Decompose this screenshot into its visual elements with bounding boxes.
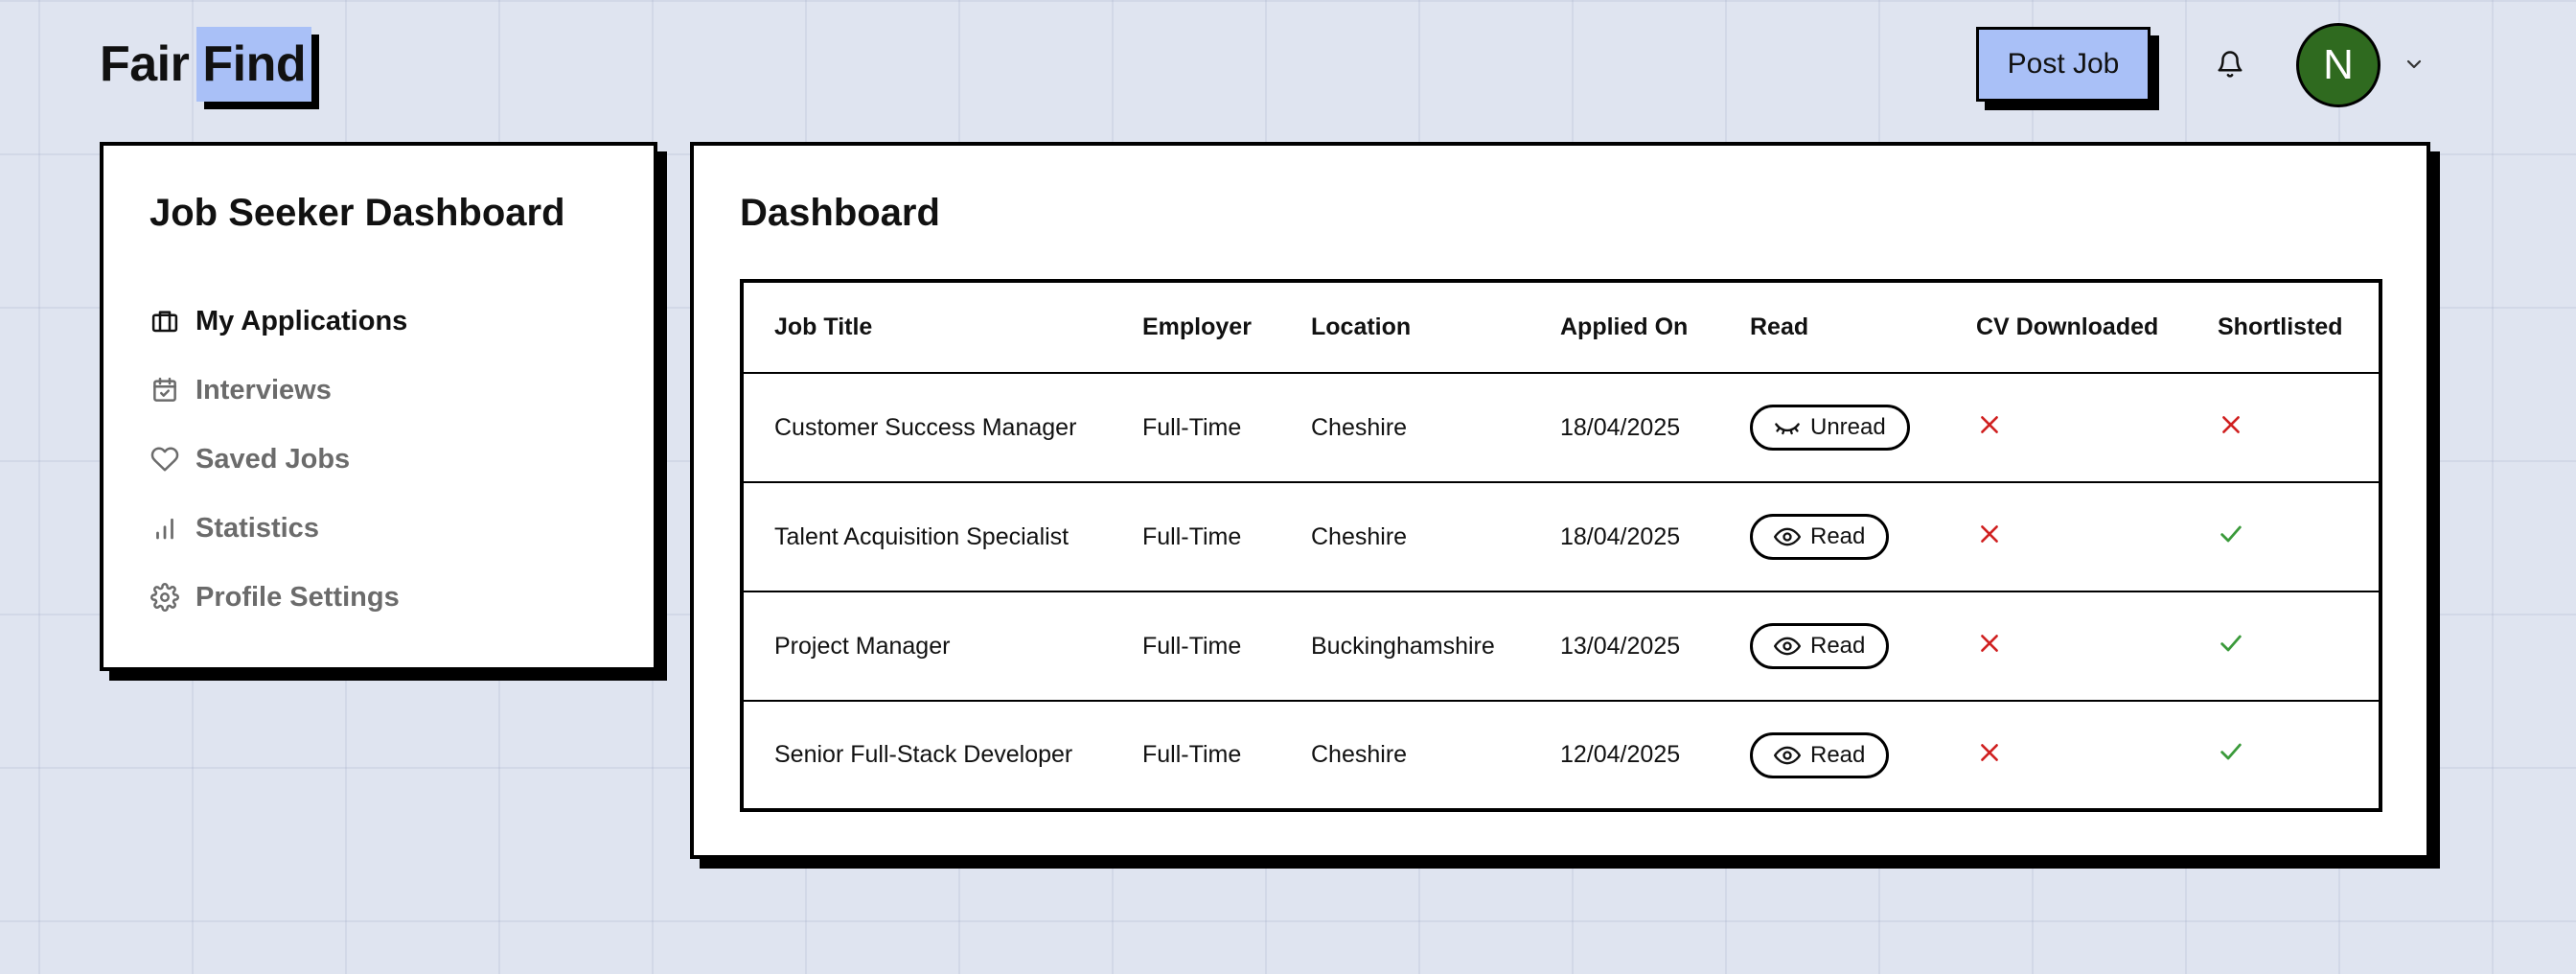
logo[interactable]: Fair Find — [100, 27, 312, 102]
cross-icon — [1976, 411, 2003, 438]
header-job-title: Job Title — [742, 281, 1112, 374]
read-status-badge[interactable]: Read — [1750, 623, 1890, 669]
sidebar-item-label: Profile Settings — [196, 581, 400, 613]
read-status-badge[interactable]: Unread — [1750, 405, 1910, 451]
read-status-label: Read — [1810, 741, 1866, 768]
cell-location: Cheshire — [1280, 373, 1530, 483]
cell-job-title: Talent Acquisition Specialist — [742, 482, 1112, 592]
header-applied-on: Applied On — [1530, 281, 1719, 374]
bell-icon[interactable] — [2212, 46, 2248, 82]
cell-read: Unread — [1719, 373, 1945, 483]
applications-table: Job Title Employer Location Applied On R… — [740, 279, 2382, 812]
sidebar: Job Seeker Dashboard My Applications Int… — [100, 142, 657, 671]
cross-icon — [1976, 630, 2003, 657]
check-icon — [2218, 630, 2244, 657]
cell-employer: Full-Time — [1142, 741, 1242, 768]
briefcase-icon — [150, 306, 180, 336]
cell-cv-downloaded — [1945, 373, 2187, 483]
sidebar-item-statistics[interactable]: Statistics — [150, 494, 654, 563]
header-cv-downloaded: CV Downloaded — [1945, 281, 2187, 374]
logo-text-fair: Fair — [100, 36, 190, 92]
read-status-label: Read — [1810, 633, 1866, 659]
sidebar-item-interviews[interactable]: Interviews — [150, 356, 654, 425]
cell-applied-on: 18/04/2025 — [1530, 482, 1719, 592]
cell-employer: Full-Time — [1112, 373, 1280, 483]
cell-cv-downloaded — [1945, 701, 2187, 810]
table-row[interactable]: Senior Full-Stack Developer Full-Time Ches… — [742, 701, 2380, 810]
cell-shortlisted — [2187, 701, 2380, 810]
read-status-label: Unread — [1810, 414, 1886, 440]
sidebar-item-label: My Applications — [196, 305, 408, 336]
cell-read: Read — [1719, 591, 1945, 702]
page-title: Dashboard — [740, 192, 940, 234]
header-location: Location — [1280, 281, 1530, 374]
sidebar-item-profile-settings[interactable]: Profile Settings — [150, 563, 654, 632]
eye-icon — [1774, 633, 1801, 660]
cell-read: Read — [1719, 482, 1945, 592]
cross-icon — [1976, 739, 2003, 766]
post-job-button[interactable]: Post Job — [1976, 27, 2150, 102]
cell-job-title: Senior Full-Stack Developer — [774, 741, 1073, 768]
cell-employer: Full-Time — [1112, 591, 1280, 702]
read-status-badge[interactable]: Read — [1750, 514, 1890, 560]
cell-cv-downloaded — [1945, 591, 2187, 702]
gear-icon — [150, 582, 180, 613]
sidebar-item-label: Saved Jobs — [196, 443, 351, 475]
sidebar-item-label: Statistics — [196, 512, 319, 544]
cell-applied-on: 18/04/2025 — [1530, 373, 1719, 483]
sidebar-item-label: Interviews — [196, 374, 332, 406]
cell-shortlisted — [2187, 591, 2380, 702]
cross-icon — [2218, 411, 2244, 438]
logo-text-find: Find — [196, 27, 312, 102]
heart-icon — [150, 444, 180, 475]
cell-location: Buckinghamshire — [1280, 591, 1530, 702]
bar-chart-icon — [150, 513, 180, 544]
header-shortlisted: Shortlisted — [2187, 281, 2380, 374]
table-header-row: Job Title Employer Location Applied On R… — [742, 281, 2380, 374]
cell-applied-on: 13/04/2025 — [1530, 591, 1719, 702]
sidebar-item-my-applications[interactable]: My Applications — [150, 287, 654, 356]
cell-shortlisted — [2187, 373, 2380, 483]
cell-employer: Full-Time — [1112, 482, 1280, 592]
table-row[interactable]: Project Manager Full-Time Buckinghamshire 1… — [742, 591, 2380, 702]
chevron-down-icon[interactable] — [2400, 50, 2428, 79]
table-row[interactable]: Talent Acquisition Specialist Full-Time Ch… — [742, 482, 2380, 592]
read-status-badge[interactable]: Read — [1750, 731, 1890, 778]
check-icon — [2218, 738, 2244, 765]
cell-applied-on: 12/04/2025 — [1560, 741, 1681, 768]
eye-closed-icon — [1774, 414, 1801, 441]
avatar[interactable]: N — [2296, 23, 2380, 107]
calendar-check-icon — [150, 375, 180, 406]
table-row[interactable]: Customer Success Manager Full-Time Cheshir… — [742, 373, 2380, 483]
header-read: Read — [1719, 281, 1945, 374]
cell-location: Cheshire — [1280, 482, 1530, 592]
cell-shortlisted — [2187, 482, 2380, 592]
main-panel: Dashboard Job Title Employer Location Ap… — [690, 142, 2430, 859]
cell-job-title: Customer Success Manager — [742, 373, 1112, 483]
sidebar-item-saved-jobs[interactable]: Saved Jobs — [150, 425, 654, 494]
cell-location: Cheshire — [1311, 741, 1408, 768]
header-employer: Employer — [1112, 281, 1280, 374]
sidebar-title: Job Seeker Dashboard — [150, 192, 565, 234]
check-icon — [2218, 521, 2244, 547]
cell-cv-downloaded — [1945, 482, 2187, 592]
eye-icon — [1774, 523, 1801, 550]
read-status-label: Read — [1810, 523, 1866, 549]
cross-icon — [1976, 521, 2003, 547]
cell-job-title: Project Manager — [742, 591, 1112, 702]
eye-icon — [1774, 742, 1801, 769]
cell-read: Read — [1719, 701, 1945, 810]
